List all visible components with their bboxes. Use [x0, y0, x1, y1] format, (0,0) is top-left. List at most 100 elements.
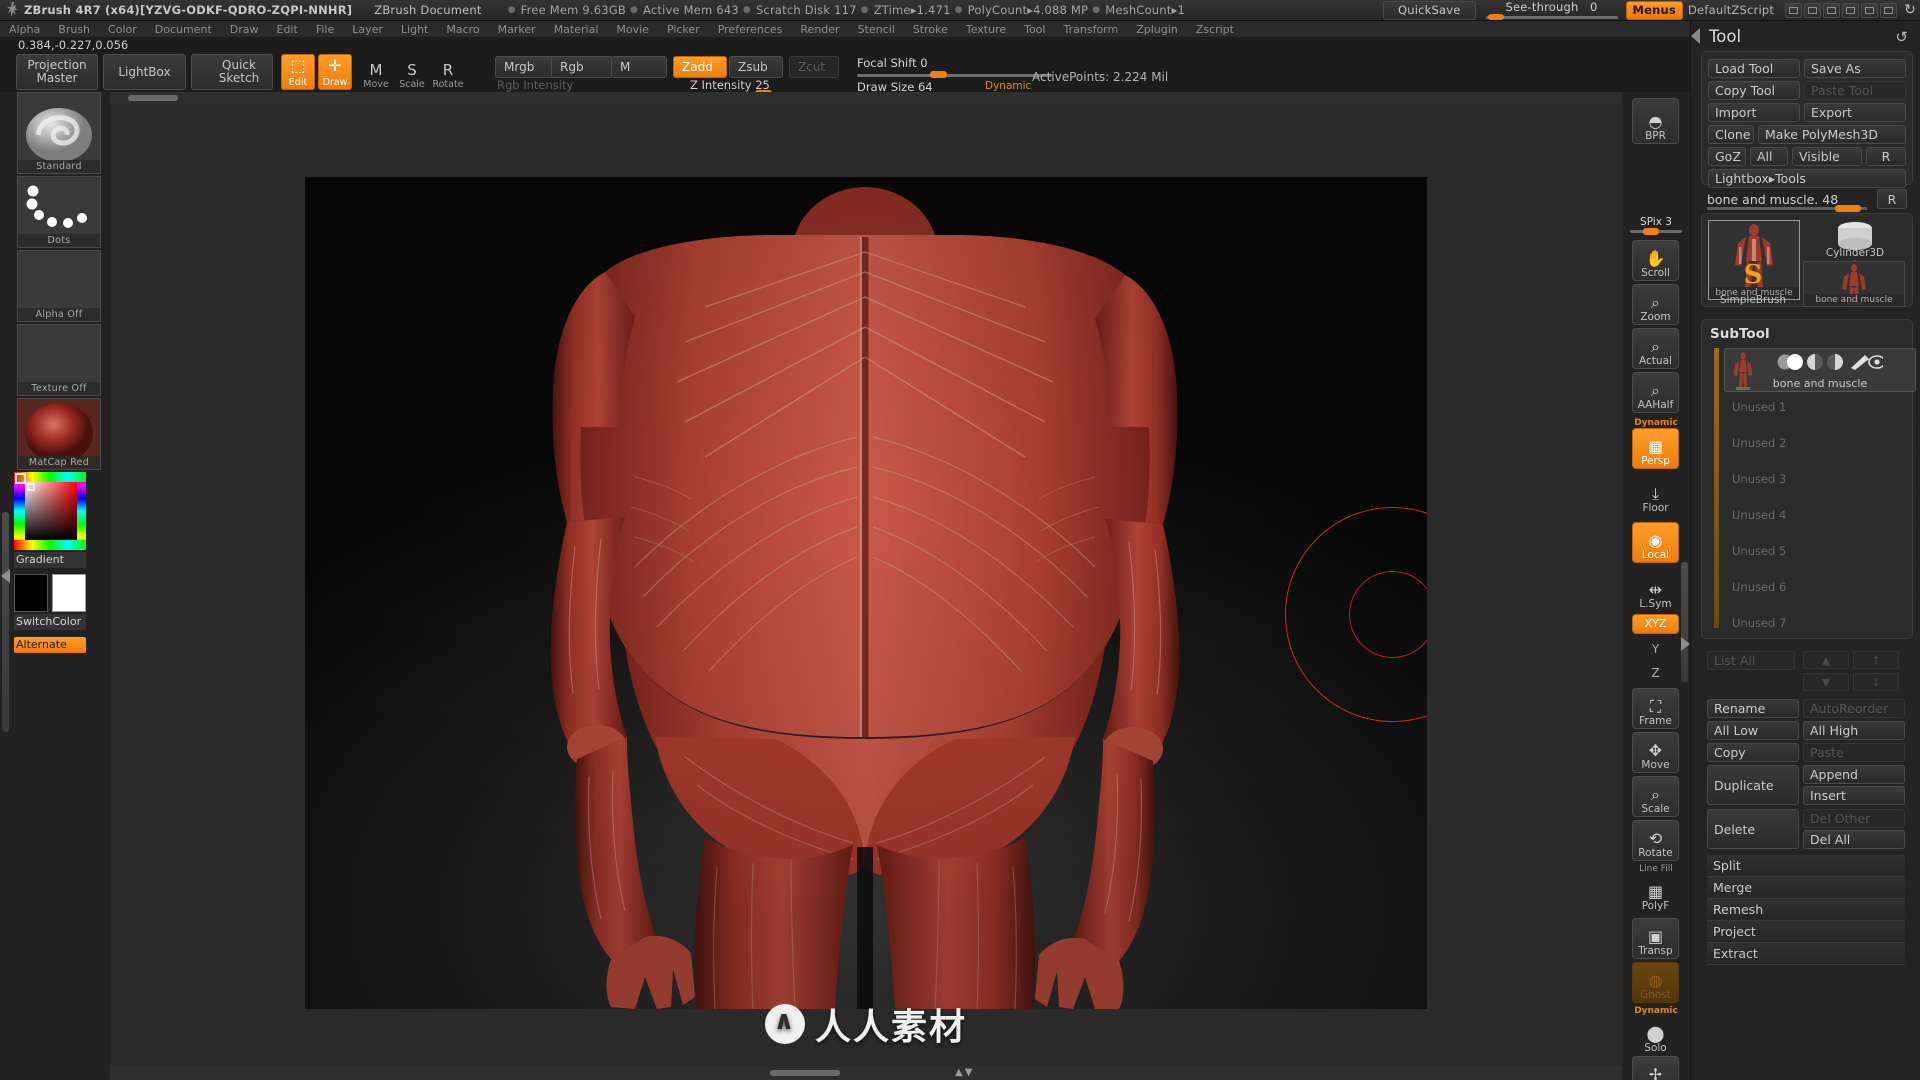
document-scroll-top[interactable] [110, 92, 1622, 104]
slider-knob[interactable] [1487, 13, 1504, 20]
menu-tool[interactable]: Tool [1016, 21, 1053, 38]
visible-button[interactable]: Visible [1792, 147, 1862, 166]
projection-master-button[interactable]: Projection Master [16, 54, 98, 90]
merge-button[interactable]: Merge [1707, 877, 1905, 899]
3d-viewport[interactable] [305, 177, 1427, 1009]
persp-button[interactable]: ▦ Persp [1632, 428, 1679, 469]
move-view-button[interactable]: ✥ Move [1632, 732, 1679, 773]
texture-swatch[interactable]: Texture Off [17, 324, 101, 396]
quicksave-button[interactable]: QuickSave [1382, 0, 1476, 20]
menu-transform[interactable]: Transform [1056, 21, 1127, 38]
rename-button[interactable]: Rename [1707, 699, 1799, 718]
menu-material[interactable]: Material [546, 21, 607, 38]
copy-button[interactable]: Copy [1707, 743, 1799, 762]
lsym-button[interactable]: ⇹ L.Sym [1632, 570, 1679, 611]
gradient-button[interactable]: Gradient [14, 552, 86, 568]
copy-tool-button[interactable]: Copy Tool [1708, 81, 1800, 100]
actual-button[interactable]: ⌕ Actual [1632, 328, 1679, 369]
layout-icon-4[interactable] [1842, 2, 1860, 18]
bpr-button[interactable]: ◓ BPR [1632, 98, 1679, 144]
split-button[interactable]: Split [1707, 855, 1905, 877]
scroll-thumb[interactable] [128, 95, 178, 101]
layout-icon-5[interactable] [1861, 2, 1879, 18]
alternate-button[interactable]: Alternate [14, 637, 86, 653]
right-shelf-scrollbar[interactable] [1681, 562, 1688, 682]
subtool-slot-3[interactable]: Unused 3 [1724, 468, 1916, 490]
menu-marker[interactable]: Marker [490, 21, 544, 38]
layout-icon-6[interactable] [1880, 2, 1898, 18]
menu-macro[interactable]: Macro [438, 21, 487, 38]
all-high-button[interactable]: All High [1803, 721, 1905, 740]
menu-zplugin[interactable]: Zplugin [1128, 21, 1186, 38]
frame-button[interactable]: ⛶ Frame [1632, 688, 1679, 729]
menu-texture[interactable]: Texture [958, 21, 1014, 38]
paste-button[interactable]: Paste [1803, 743, 1905, 762]
scale-view-button[interactable]: ⌕ Scale [1632, 776, 1679, 817]
lightbox-button[interactable]: LightBox [103, 54, 186, 90]
menu-light[interactable]: Light [393, 21, 436, 38]
current-tool-slider[interactable]: bone and muscle. 48 [1707, 192, 1867, 212]
delete-button[interactable]: Delete [1707, 809, 1799, 849]
menu-layer[interactable]: Layer [344, 21, 391, 38]
menus-button[interactable]: Menus [1625, 0, 1683, 20]
mrgb-button[interactable]: Mrgb [495, 56, 557, 78]
zadd-button[interactable]: Zadd [673, 56, 727, 78]
alpha-swatch[interactable]: Alpha Off [17, 250, 101, 322]
scale-button[interactable]: S Scale [392, 54, 432, 91]
menu-zscript[interactable]: Zscript [1188, 21, 1242, 38]
project-button[interactable]: Project [1707, 921, 1905, 943]
left-shelf-expand-arrow-icon[interactable] [1, 569, 10, 583]
stroke-swatch[interactable]: Dots [17, 176, 101, 248]
menu-draw[interactable]: Draw [222, 21, 267, 38]
append-button[interactable]: Append [1803, 765, 1905, 784]
material-swatch[interactable]: MatCap Red Wax [17, 398, 101, 470]
all-button[interactable]: All [1750, 147, 1788, 166]
subtool-slot-4[interactable]: Unused 4 [1724, 504, 1916, 526]
layout-icon-2[interactable] [1804, 2, 1822, 18]
current-tool-knob[interactable] [1835, 205, 1861, 212]
rgb-button[interactable]: Rgb [551, 56, 613, 78]
lightbox-tools-button[interactable]: Lightbox▸Tools [1708, 169, 1906, 188]
menu-alpha[interactable]: Alpha [1, 21, 48, 38]
subtool-slot-7[interactable]: Unused 7 [1724, 612, 1916, 634]
move-button[interactable]: M Move [356, 54, 396, 91]
secondary-color-swatch[interactable] [52, 574, 86, 612]
menu-color[interactable]: Color [100, 21, 145, 38]
canvas-area[interactable]: 人人素材 ▲▼ [110, 92, 1622, 1080]
quick-sketch-button[interactable]: Quick Sketch [191, 54, 273, 90]
floor-button[interactable]: ⤓ Floor [1632, 474, 1679, 515]
menu-stroke[interactable]: Stroke [905, 21, 956, 38]
duplicate-button[interactable]: Duplicate [1707, 765, 1799, 805]
primary-color-swatch[interactable] [14, 574, 48, 612]
menu-brush[interactable]: Brush [50, 21, 98, 38]
subtool-slot-5[interactable]: Unused 5 [1724, 540, 1916, 562]
subtool-move-up-button[interactable]: ▲ [1803, 651, 1849, 669]
visible-r-button[interactable]: R [1866, 147, 1906, 166]
scroll-thumb-bottom[interactable] [770, 1070, 840, 1076]
scroll-button[interactable]: ✋ Scroll [1632, 240, 1679, 281]
tool-thumb-bone-and-muscle-2[interactable]: bone and muscle [1803, 261, 1905, 307]
rotate-z-button[interactable]: Z [1632, 662, 1679, 684]
goz-button[interactable]: GoZ [1708, 147, 1746, 166]
menu-preferences[interactable]: Preferences [710, 21, 791, 38]
subtool-slot-6[interactable]: Unused 6 [1724, 576, 1916, 598]
menu-file[interactable]: File [308, 21, 342, 38]
insert-button[interactable]: Insert [1803, 786, 1905, 805]
menu-picker[interactable]: Picker [659, 21, 708, 38]
solo-button[interactable]: ⬤ Solo [1632, 1014, 1679, 1055]
dynamic-label[interactable]: Dynamic [985, 80, 1031, 92]
list-all-button[interactable]: List All [1707, 651, 1795, 670]
xyz-button[interactable]: XYZ [1632, 614, 1679, 634]
layout-icon-1[interactable] [1785, 2, 1803, 18]
subtool-slot-2[interactable]: Unused 2 [1724, 432, 1916, 454]
del-other-button[interactable]: Del Other [1803, 809, 1905, 828]
subtool-scroll-indicator[interactable] [1714, 348, 1719, 628]
focal-shift-knob[interactable] [930, 71, 947, 78]
subtool-move-top-button[interactable]: ↑ [1853, 651, 1899, 669]
rotate-y-button[interactable]: Y [1632, 638, 1679, 660]
spix-slider[interactable]: SPix 3 [1630, 216, 1682, 235]
brush-swatch[interactable]: Standard [17, 92, 101, 174]
all-low-button[interactable]: All Low [1707, 721, 1799, 740]
right-shelf-collapse-arrow-icon[interactable] [1681, 637, 1690, 651]
rotate-button[interactable]: R Rotate [428, 54, 468, 91]
